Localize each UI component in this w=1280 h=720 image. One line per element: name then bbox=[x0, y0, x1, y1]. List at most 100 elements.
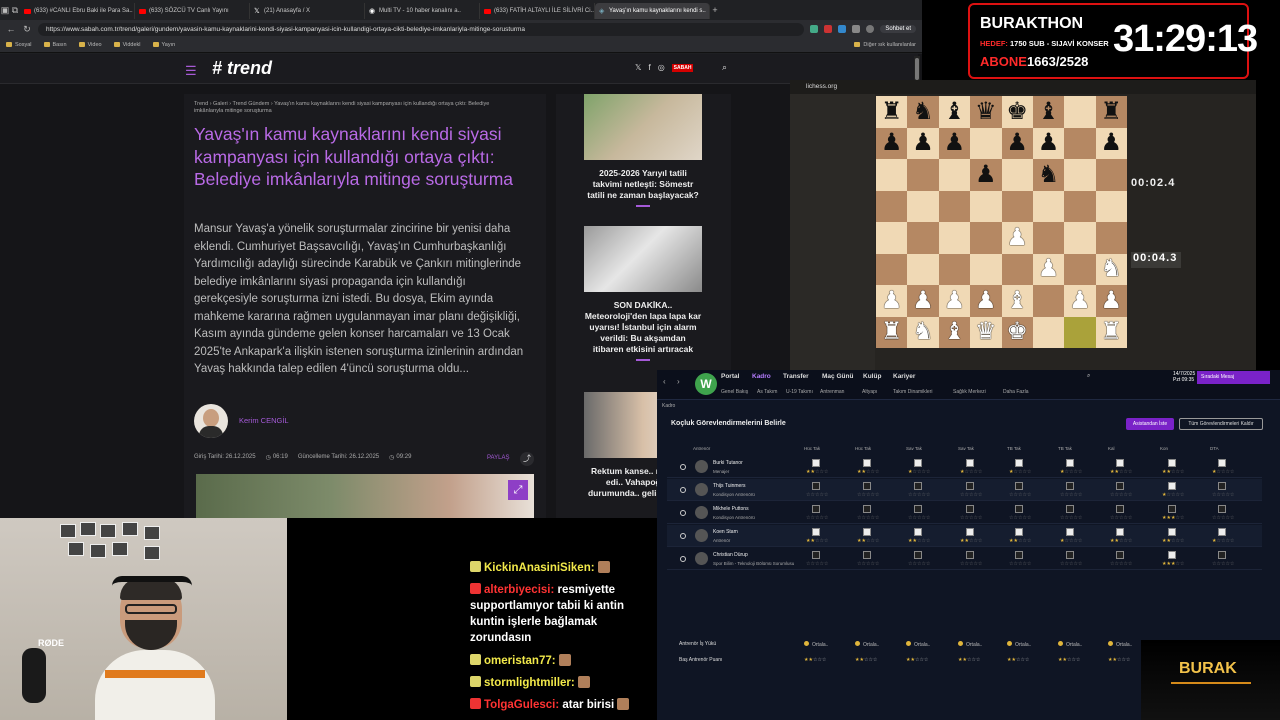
assign-checkbox[interactable] bbox=[1015, 551, 1023, 559]
subnav-item[interactable]: Genel Bakış bbox=[721, 389, 748, 395]
chess-board[interactable]: ♜ ♞ ♝ ♛ ♚ ♝ ♜ ♟ ♟ ♟ ♟ ♟ ♟ ♟ ♞ ♟ ♟ ♞ ♟ ♟ ♟ ♟ ♝ ♟ ♟ ♜ ♞ ♝ ♛ ♚ ♜ bbox=[876, 96, 1127, 348]
board-square[interactable]: ♝ bbox=[1032, 96, 1065, 128]
board-square[interactable] bbox=[1064, 222, 1096, 254]
black-piece-icon[interactable]: ♟ bbox=[944, 131, 966, 155]
black-piece-icon[interactable]: ♜ bbox=[1101, 99, 1123, 124]
black-piece-icon[interactable]: ♟ bbox=[1101, 131, 1123, 155]
assign-checkbox[interactable] bbox=[1218, 505, 1226, 513]
assign-checkbox[interactable] bbox=[812, 482, 820, 490]
url-field[interactable]: https://www.sabah.com.tr/trend/galeri/gu… bbox=[38, 22, 805, 36]
column-header[interactable]: DTA bbox=[1210, 446, 1219, 451]
browser-tab[interactable]: (633) FATİH ALTAYLI İLE SİLİVRİ Ci.. bbox=[480, 3, 595, 19]
white-piece-icon[interactable]: ♟ bbox=[975, 288, 997, 313]
assign-checkbox[interactable] bbox=[1066, 459, 1074, 467]
staff-row[interactable]: Mikhele Puttons Kondisyon Antrenörü ☆☆☆☆☆ ☆… bbox=[667, 502, 1262, 524]
board-square[interactable] bbox=[1064, 96, 1096, 128]
nav-transfer[interactable]: Transfer bbox=[783, 373, 809, 380]
facebook-icon[interactable]: f bbox=[648, 63, 650, 72]
select-radio[interactable] bbox=[680, 533, 686, 539]
black-piece-icon[interactable]: ♜ bbox=[881, 99, 903, 124]
browser-tab[interactable]: ◉ Multi TV - 10 haber kanalını a.. bbox=[365, 3, 480, 19]
board-square[interactable]: ♟ bbox=[1032, 127, 1065, 159]
board-square[interactable] bbox=[1064, 253, 1096, 285]
board-square[interactable] bbox=[1064, 159, 1096, 191]
board-square[interactable]: ♚ bbox=[1001, 316, 1033, 348]
board-square[interactable] bbox=[1095, 190, 1127, 222]
author-name[interactable]: Kerim CENGİL bbox=[239, 416, 289, 425]
assign-checkbox[interactable] bbox=[1168, 482, 1176, 490]
white-piece-icon[interactable]: ♝ bbox=[1006, 288, 1028, 313]
board-square[interactable] bbox=[907, 222, 939, 254]
assign-checkbox[interactable] bbox=[812, 551, 820, 559]
white-piece-icon[interactable]: ♛ bbox=[975, 320, 997, 344]
assign-checkbox[interactable] bbox=[1015, 505, 1023, 513]
board-square[interactable] bbox=[1001, 159, 1033, 191]
staff-name[interactable]: Koen Stam bbox=[713, 529, 738, 535]
white-piece-icon[interactable]: ♟ bbox=[1101, 288, 1123, 313]
black-piece-icon[interactable]: ♚ bbox=[1006, 99, 1028, 124]
board-square[interactable]: ♜ bbox=[1095, 96, 1127, 128]
nav-mac-gunu[interactable]: Maç Günü bbox=[822, 373, 853, 380]
staff-name[interactable]: Burki Tutanor bbox=[713, 460, 743, 466]
column-header[interactable]: Sav Tak bbox=[906, 446, 922, 451]
subnav-item[interactable]: Daha Fazla bbox=[1003, 389, 1029, 395]
board-square[interactable] bbox=[876, 253, 908, 285]
board-square[interactable] bbox=[876, 159, 908, 191]
bookmark-folder[interactable]: Sosyal bbox=[6, 42, 32, 48]
white-piece-icon[interactable]: ♟ bbox=[881, 288, 903, 313]
assign-checkbox[interactable] bbox=[1168, 528, 1176, 536]
search-icon[interactable]: ⌕ bbox=[722, 62, 727, 73]
white-piece-icon[interactable]: ♟ bbox=[912, 288, 934, 313]
assign-checkbox[interactable] bbox=[914, 528, 922, 536]
board-square[interactable] bbox=[970, 127, 1002, 159]
assign-checkbox[interactable] bbox=[1015, 528, 1023, 536]
menu-icon[interactable]: ☰ bbox=[185, 63, 197, 79]
black-piece-icon[interactable]: ♞ bbox=[912, 99, 934, 124]
column-header[interactable]: Hüc Tak bbox=[855, 446, 871, 451]
scrollbar-thumb[interactable] bbox=[915, 58, 919, 80]
browser-tab[interactable]: 𝕏 (21) Anasayfa / X bbox=[250, 3, 365, 19]
assign-checkbox[interactable] bbox=[1116, 505, 1124, 513]
subnav-item[interactable]: Altyapı bbox=[862, 389, 877, 395]
browser-tab-active[interactable]: ◈Yavaş'ın kamu kaynaklarını kendi s..✕ bbox=[595, 3, 710, 19]
board-square[interactable] bbox=[876, 190, 908, 222]
extension-icon[interactable] bbox=[824, 25, 833, 33]
related-card[interactable]: 2025-2026 Yarıyıl tatili takvimi netleşt… bbox=[584, 94, 702, 207]
assign-checkbox[interactable] bbox=[1116, 482, 1124, 490]
board-square[interactable]: ♟ bbox=[1001, 127, 1033, 159]
staff-row[interactable]: Koen Stam Antrenör ★★☆☆☆ ★★☆☆☆ ★★☆☆☆ ★★☆☆☆ ★★☆… bbox=[667, 525, 1262, 547]
board-square[interactable]: ♟ bbox=[876, 127, 908, 159]
board-square[interactable]: ♞ bbox=[1032, 159, 1065, 191]
board-square[interactable] bbox=[1001, 190, 1033, 222]
assign-checkbox[interactable] bbox=[966, 505, 974, 513]
assign-checkbox[interactable] bbox=[1015, 482, 1023, 490]
assign-checkbox[interactable] bbox=[914, 459, 922, 467]
assign-checkbox[interactable] bbox=[863, 482, 871, 490]
white-piece-icon[interactable]: ♟ bbox=[1038, 257, 1060, 281]
board-square[interactable] bbox=[938, 159, 971, 191]
forward-icon[interactable]: › bbox=[677, 377, 680, 386]
assign-checkbox[interactable] bbox=[1168, 551, 1176, 559]
remove-all-button[interactable]: Tüm Görevlendirmeleri Kaldır bbox=[1179, 418, 1263, 430]
board-square[interactable]: ♜ bbox=[876, 96, 908, 128]
board-square[interactable]: ♚ bbox=[1001, 96, 1033, 128]
board-square[interactable] bbox=[970, 253, 1002, 285]
black-piece-icon[interactable]: ♟ bbox=[881, 131, 903, 155]
select-radio[interactable] bbox=[680, 510, 686, 516]
assign-checkbox[interactable] bbox=[863, 505, 871, 513]
share-icon[interactable]: ⤴ bbox=[520, 452, 534, 466]
assign-checkbox[interactable] bbox=[863, 459, 871, 467]
profile-avatar[interactable] bbox=[866, 25, 875, 33]
back-icon[interactable]: ‹ bbox=[663, 377, 666, 386]
breadcrumb[interactable]: Trend › Galeri › Trend Gündem › Yavaş'ın… bbox=[194, 101, 514, 115]
staff-name[interactable]: Christian Dürup bbox=[713, 552, 748, 558]
assign-checkbox[interactable] bbox=[1218, 528, 1226, 536]
sabah-logo[interactable]: SABAH bbox=[671, 63, 694, 72]
subnav-item[interactable]: Takım Dinamikleri bbox=[893, 389, 932, 395]
assign-checkbox[interactable] bbox=[1015, 459, 1023, 467]
board-square[interactable]: ♟ bbox=[970, 159, 1002, 191]
white-piece-icon[interactable]: ♟ bbox=[944, 288, 966, 313]
board-square[interactable] bbox=[1001, 253, 1033, 285]
board-square[interactable]: ♞ bbox=[907, 96, 939, 128]
assign-checkbox[interactable] bbox=[914, 482, 922, 490]
